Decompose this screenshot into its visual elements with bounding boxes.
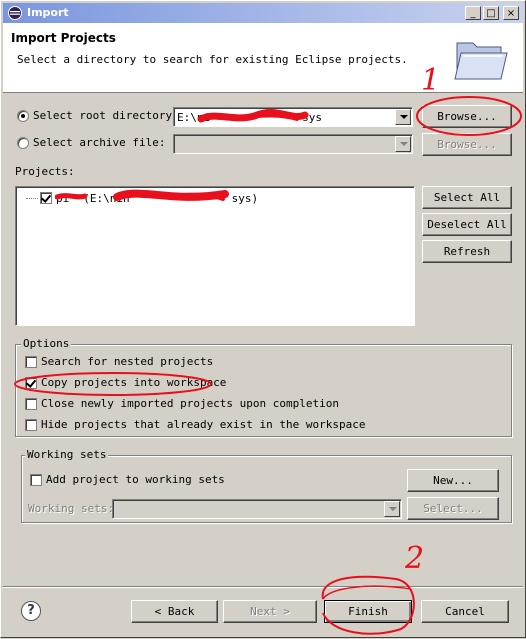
eclipse-icon <box>8 6 22 20</box>
select-working-set-button[interactable]: Select... <box>407 497 499 520</box>
working-sets-combo[interactable] <box>112 499 402 519</box>
root-directory-label: Select root directory: <box>33 109 179 122</box>
chevron-down-icon[interactable] <box>395 136 411 152</box>
hide-existing-checkbox[interactable] <box>25 419 37 431</box>
root-directory-radio[interactable] <box>17 110 29 122</box>
close-button[interactable]: × <box>503 6 519 20</box>
projects-list[interactable]: pi (E:\nin sys) <box>15 186 415 326</box>
redaction-mark <box>55 189 229 201</box>
maximize-button[interactable]: □ <box>483 6 499 20</box>
title-bar[interactable]: Import _ □ × <box>3 3 523 23</box>
options-group-label: Options <box>21 337 72 350</box>
folder-icon <box>454 42 508 80</box>
new-working-set-button[interactable]: New... <box>407 469 499 492</box>
browse-archive-button[interactable]: Browse... <box>422 133 512 156</box>
tree-connector <box>26 198 38 199</box>
page-description: Select a directory to search for existin… <box>17 53 408 66</box>
next-button[interactable]: Next > <box>223 600 317 623</box>
page-title: Import Projects <box>11 31 116 45</box>
browse-button[interactable]: Browse... <box>422 105 512 128</box>
finish-button[interactable]: Finish <box>324 600 412 623</box>
cancel-button[interactable]: Cancel <box>421 600 509 623</box>
archive-file-radio[interactable] <box>17 137 29 149</box>
select-all-button[interactable]: Select All <box>422 186 512 209</box>
import-dialog: Import _ □ × Import Projects Select a di… <box>0 0 526 638</box>
working-sets-label: Working sets: <box>28 502 115 515</box>
chevron-down-icon[interactable] <box>384 501 400 517</box>
add-to-working-sets-checkbox[interactable] <box>30 474 42 486</box>
footer-separator <box>3 586 523 588</box>
help-icon[interactable]: ? <box>21 601 41 621</box>
redaction-mark <box>197 108 309 123</box>
project-checkbox[interactable] <box>40 192 52 204</box>
hide-existing-label: Hide projects that already exist in the … <box>41 418 366 431</box>
chevron-down-icon[interactable] <box>395 109 411 125</box>
minimize-button[interactable]: _ <box>465 6 481 20</box>
working-sets-group-label: Working sets <box>25 448 109 461</box>
close-imported-checkbox[interactable] <box>25 398 37 410</box>
close-imported-label: Close newly imported projects upon compl… <box>41 397 340 410</box>
archive-file-combo[interactable] <box>173 134 413 154</box>
copy-into-workspace-label: Copy projects into workspace <box>41 376 227 389</box>
copy-into-workspace-checkbox[interactable] <box>25 377 37 389</box>
deselect-all-button[interactable]: Deselect All <box>422 213 512 236</box>
back-button[interactable]: < Back <box>131 600 218 623</box>
projects-label: Projects: <box>15 165 75 178</box>
refresh-button[interactable]: Refresh <box>422 240 512 263</box>
add-to-working-sets-label: Add project to working sets <box>46 473 225 486</box>
archive-file-label: Select archive file: <box>33 136 166 149</box>
nested-projects-checkbox[interactable] <box>25 356 37 368</box>
window-title: Import <box>27 6 69 19</box>
nested-projects-label: Search for nested projects <box>41 355 214 368</box>
annotation-number-2: 2 <box>405 541 425 576</box>
wizard-header: Import Projects Select a directory to se… <box>3 23 523 93</box>
